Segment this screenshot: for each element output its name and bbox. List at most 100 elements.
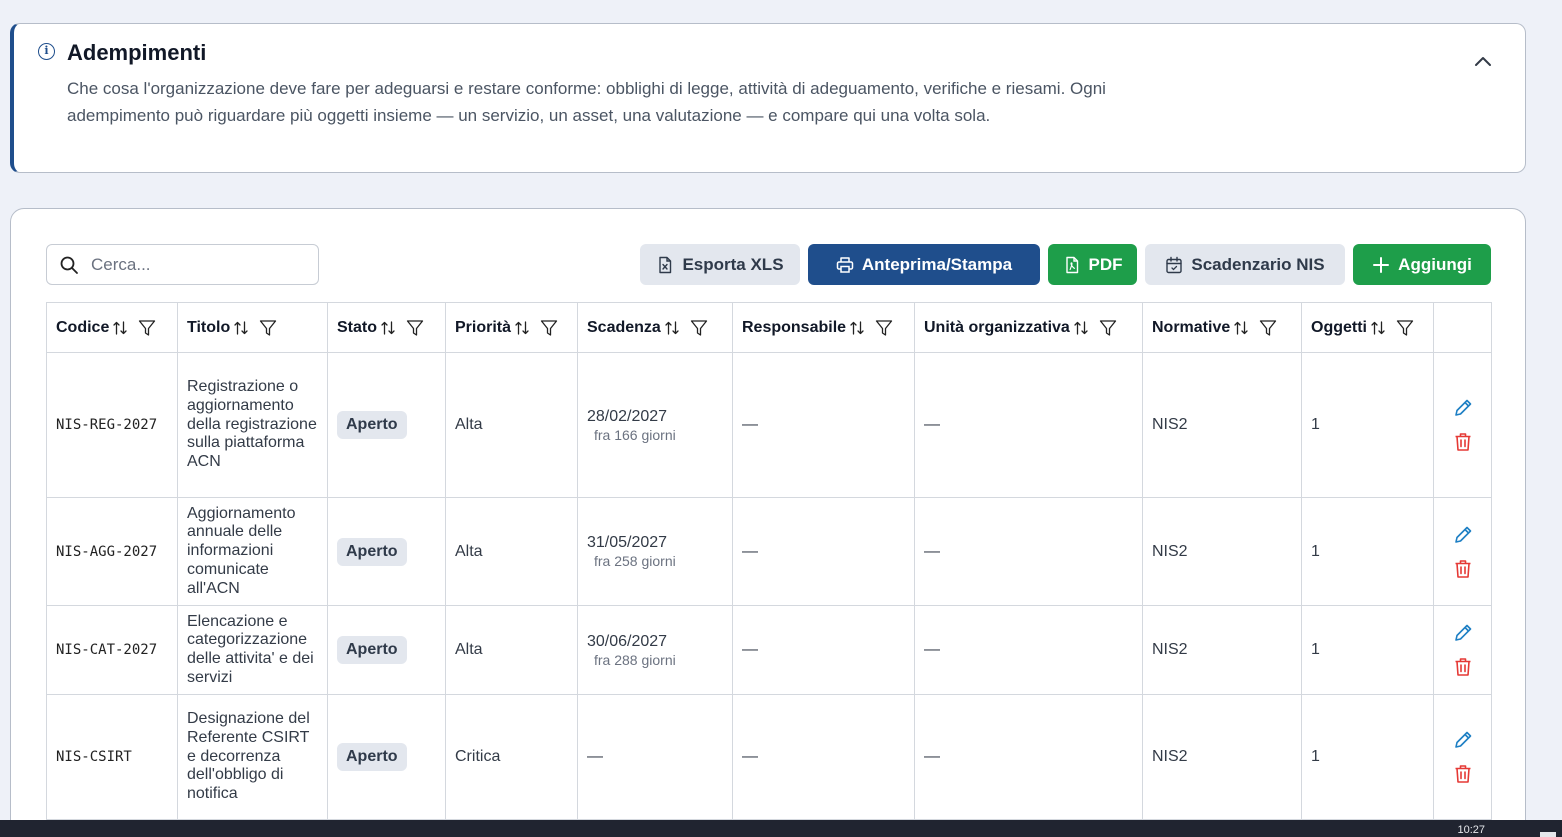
column-header-label: Stato: [337, 318, 377, 336]
nis-schedule-button[interactable]: Scadenzario NIS: [1145, 244, 1345, 285]
compliance-table: Codice Titolo Stato Priorità Scadenza Respons…: [46, 302, 1492, 820]
filter-icon[interactable]: [690, 319, 708, 337]
column-header-regulations[interactable]: Normative: [1142, 302, 1302, 353]
cell-due-date: —: [577, 694, 733, 820]
search-field[interactable]: [46, 244, 319, 285]
pencil-icon[interactable]: [1452, 729, 1474, 751]
due-relative: fra 166 giorni: [594, 426, 676, 443]
add-label: Aggiungi: [1398, 254, 1472, 274]
sort-arrows-icon[interactable]: [849, 320, 865, 336]
table-row[interactable]: NIS-CSIRT Designazione del Referente CSIR…: [46, 694, 1492, 820]
taskbar-clock: 10:27: [1457, 824, 1485, 836]
page-title: Adempimenti: [67, 40, 207, 65]
filter-icon[interactable]: [1259, 319, 1277, 337]
cell-title: Registrazione o aggiornamento della regi…: [177, 352, 328, 498]
cell-due-date: 28/02/2027 fra 166 giorni: [577, 352, 733, 498]
filter-icon[interactable]: [1396, 319, 1414, 337]
column-header-code[interactable]: Codice: [46, 302, 178, 353]
cell-regulations: NIS2: [1142, 605, 1302, 695]
sort-arrows-icon[interactable]: [112, 320, 128, 336]
table-row[interactable]: NIS-AGG-2027 Aggiornamento annuale delle …: [46, 497, 1492, 606]
export-xls-button[interactable]: Esporta XLS: [640, 244, 800, 285]
cell-due-date: 31/05/2027 fra 258 giorni: [577, 497, 733, 606]
trash-icon[interactable]: [1452, 763, 1474, 785]
column-header-title[interactable]: Titolo: [177, 302, 328, 353]
filter-icon[interactable]: [1099, 319, 1117, 337]
pdf-button[interactable]: PDF: [1048, 244, 1137, 285]
filter-icon[interactable]: [138, 319, 156, 337]
column-header-owner[interactable]: Responsabile: [732, 302, 915, 353]
cell-owner: —: [732, 352, 915, 498]
column-header-label: Priorità: [455, 318, 512, 336]
calendar-icon: [1166, 256, 1183, 273]
search-icon: [60, 256, 78, 274]
trash-icon[interactable]: [1452, 656, 1474, 678]
due-date: 30/06/2027: [587, 632, 668, 650]
pencil-icon[interactable]: [1452, 622, 1474, 644]
table-row[interactable]: NIS-REG-2027 Registrazione o aggiornament…: [46, 352, 1492, 498]
table-header-row: Codice Titolo Stato Priorità Scadenza Respons…: [46, 302, 1492, 353]
cell-unit: —: [914, 605, 1143, 695]
print-preview-label: Anteprima/Stampa: [861, 254, 1013, 274]
cell-priority: Alta: [445, 605, 578, 695]
taskbar: 10:27: [0, 820, 1562, 837]
due-relative: fra 258 giorni: [594, 553, 676, 569]
filter-icon[interactable]: [875, 319, 893, 337]
search-input[interactable]: [91, 254, 311, 275]
pencil-icon[interactable]: [1452, 524, 1474, 546]
due-relative: fra 288 giorni: [594, 651, 676, 668]
column-header-priority[interactable]: Priorità: [445, 302, 578, 353]
column-header-status[interactable]: Stato: [327, 302, 446, 353]
sort-arrows-icon[interactable]: [514, 320, 530, 336]
column-header-label: Scadenza: [587, 318, 661, 336]
cell-unit: —: [914, 352, 1143, 498]
cell-actions: [1433, 352, 1492, 498]
cell-actions: [1433, 605, 1492, 695]
print-preview-button[interactable]: Anteprima/Stampa: [808, 244, 1040, 285]
sort-arrows-icon[interactable]: [233, 320, 249, 336]
filter-icon[interactable]: [406, 319, 424, 337]
cell-priority: Critica: [445, 694, 578, 820]
column-header-label: Titolo: [187, 318, 231, 336]
file-excel-icon: [659, 256, 672, 273]
filter-icon[interactable]: [259, 319, 277, 337]
export-xls-label: Esporta XLS: [682, 254, 784, 274]
cell-priority: Alta: [445, 497, 578, 606]
cell-status: Aperto: [327, 497, 446, 606]
column-header-unit[interactable]: Unità organizzativa: [914, 302, 1143, 353]
sort-arrows-icon[interactable]: [380, 320, 396, 336]
table-row[interactable]: NIS-CAT-2027 Elencazione e categorizzazio…: [46, 605, 1492, 695]
pdf-label: PDF: [1088, 254, 1123, 274]
sort-arrows-icon[interactable]: [664, 320, 680, 336]
cell-actions: [1433, 694, 1492, 820]
status-badge: Aperto: [337, 743, 407, 771]
sort-arrows-icon[interactable]: [1370, 320, 1386, 336]
sort-arrows-icon[interactable]: [1233, 320, 1249, 336]
info-panel: i Adempimenti Che cosa l'organizzazione …: [10, 23, 1526, 173]
collapse-button[interactable]: [1471, 50, 1495, 74]
cell-priority: Alta: [445, 352, 578, 498]
cell-code: NIS-REG-2027: [46, 352, 178, 498]
column-header-due-date[interactable]: Scadenza: [577, 302, 733, 353]
trash-icon[interactable]: [1452, 558, 1474, 580]
column-header-label: Responsabile: [742, 318, 847, 336]
pencil-icon[interactable]: [1452, 397, 1474, 419]
cell-objects: 1: [1301, 497, 1434, 606]
add-button[interactable]: Aggiungi: [1353, 244, 1491, 285]
cell-status: Aperto: [327, 352, 446, 498]
filter-icon[interactable]: [540, 319, 558, 337]
cell-title: Elencazione e categorizzazione delle att…: [177, 605, 328, 695]
cell-regulations: NIS2: [1142, 497, 1302, 606]
column-header-objects[interactable]: Oggetti: [1301, 302, 1434, 353]
cell-objects: 1: [1301, 352, 1434, 498]
show-desktop-icon[interactable]: [1540, 832, 1556, 837]
due-date: 31/05/2027: [587, 534, 668, 551]
cell-code: NIS-AGG-2027: [46, 497, 178, 606]
cell-owner: —: [732, 605, 915, 695]
cell-code: NIS-CSIRT: [46, 694, 178, 820]
cell-unit: —: [914, 694, 1143, 820]
trash-icon[interactable]: [1452, 431, 1474, 453]
sort-arrows-icon[interactable]: [1073, 320, 1089, 336]
cell-code: NIS-CAT-2027: [46, 605, 178, 695]
info-circle-icon: i: [38, 43, 55, 60]
